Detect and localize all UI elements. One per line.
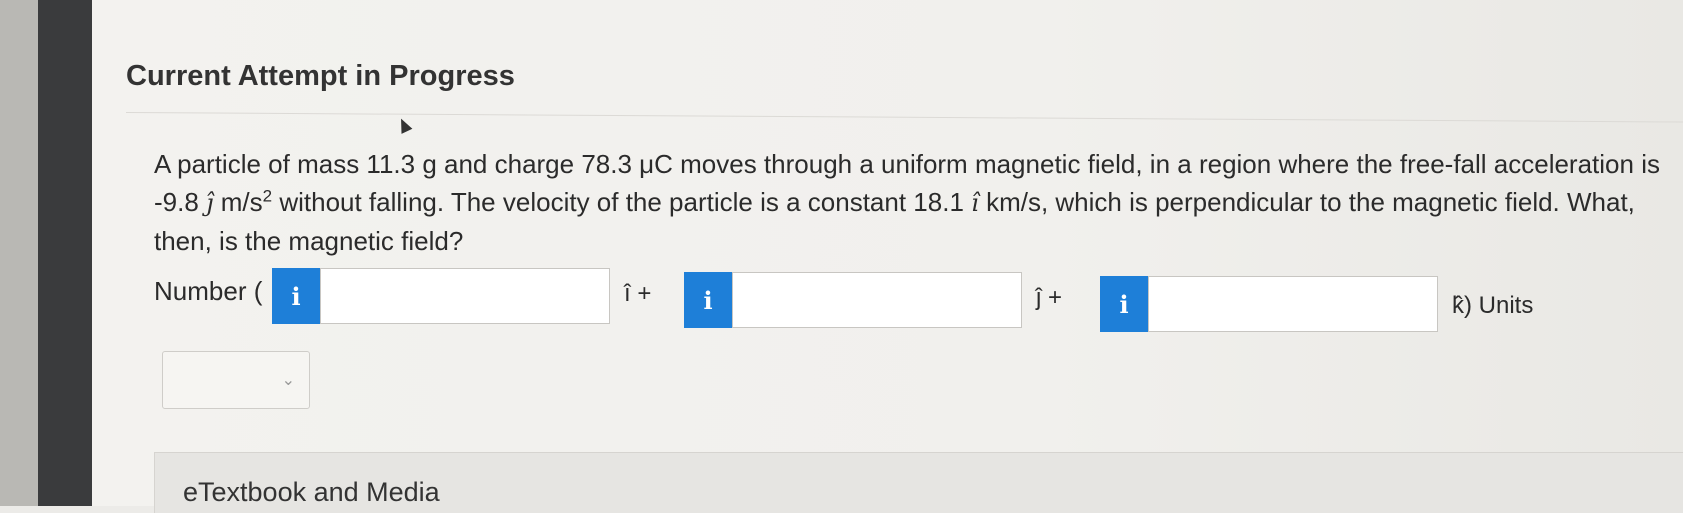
etextbook-section[interactable]: eTextbook and Media — [154, 452, 1683, 513]
page-title: Current Attempt in Progress — [126, 60, 515, 92]
number-label: Number ( — [154, 276, 263, 306]
info-button-j[interactable]: i — [684, 272, 732, 328]
left-edge — [0, 0, 38, 506]
info-button-i[interactable]: i — [272, 268, 320, 324]
question-text: A particle of mass 11.3 g and charge 78.… — [154, 145, 1674, 260]
k-component-input[interactable] — [1148, 276, 1438, 332]
chevron-down-icon: ⌄ — [281, 372, 295, 389]
info-icon: i — [291, 281, 301, 311]
i-unit-label: î + — [624, 280, 652, 307]
i-hat-symbol: î — [971, 189, 979, 217]
etextbook-label: eTextbook and Media — [183, 477, 440, 507]
info-icon: i — [1119, 289, 1129, 319]
j-component-input[interactable] — [732, 272, 1022, 328]
j-hat-symbol: ĵ — [206, 189, 214, 217]
k-unit-label: k̂) Units — [1452, 292, 1534, 319]
question-part-3: without falling. The velocity of the par… — [279, 187, 964, 217]
info-icon: i — [703, 285, 713, 315]
info-button-k[interactable]: i — [1100, 276, 1148, 332]
left-sidebar-bar — [38, 0, 92, 506]
answer-row: Number ( i î + i ĵ + i k̂) Units — [154, 268, 1654, 360]
units-dropdown[interactable]: ⌄ — [162, 351, 310, 409]
i-component-input[interactable] — [320, 268, 610, 324]
exponent: 2 — [262, 186, 273, 206]
question-part-2: m/s — [220, 187, 263, 217]
j-unit-label: ĵ + — [1036, 284, 1063, 311]
